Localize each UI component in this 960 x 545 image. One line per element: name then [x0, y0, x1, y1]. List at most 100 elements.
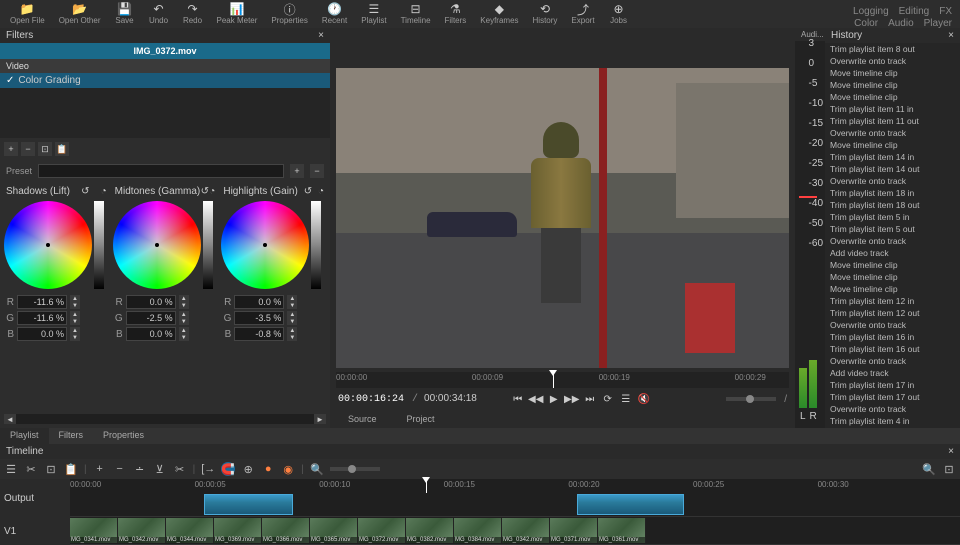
zoom-slider[interactable] — [726, 397, 776, 401]
tl-menu-button[interactable]: ☰ — [4, 462, 18, 476]
tab-project[interactable]: Project — [397, 412, 445, 426]
timecode-current[interactable]: 00:00:16:24 — [338, 394, 404, 405]
color-wheel-2[interactable] — [221, 201, 309, 289]
timeline-clip[interactable]: MG_0361.mov — [598, 518, 646, 543]
close-icon[interactable]: × — [318, 30, 324, 41]
mode-fx[interactable]: FX — [939, 6, 952, 17]
timeline-ruler[interactable]: 00:00:0000:00:0500:00:1000:00:1500:00:20… — [70, 479, 960, 493]
history-item[interactable]: Overwrite onto track — [825, 403, 960, 415]
history-item[interactable]: Trim playlist item 4 in — [825, 415, 960, 427]
keyframe-icon[interactable]: ◔ — [209, 186, 215, 197]
history-item[interactable]: Move timeline clip — [825, 79, 960, 91]
history-item[interactable]: Overwrite onto track — [825, 235, 960, 247]
step-back-button[interactable]: ◀◀ — [529, 392, 543, 406]
history-item[interactable]: Trim playlist item 18 in — [825, 187, 960, 199]
keyframe-icon[interactable]: ◔ — [318, 186, 324, 197]
loop-button[interactable]: ⟳ — [601, 392, 615, 406]
rgb-input-highlights-b[interactable] — [234, 327, 284, 341]
paste-filter-button[interactable]: 📋 — [55, 142, 69, 156]
spin-up-icon[interactable]: ▲ — [70, 295, 80, 302]
spin-down-icon[interactable]: ▼ — [179, 334, 189, 341]
filters-button[interactable]: ⚗Filters — [439, 2, 473, 26]
luminance-slider-1[interactable] — [203, 201, 213, 289]
mode-editing[interactable]: Editing — [899, 6, 930, 17]
history-item[interactable]: Move timeline clip — [825, 67, 960, 79]
scroll-right-icon[interactable]: ► — [314, 414, 326, 424]
undo-button[interactable]: ↶Undo — [143, 2, 175, 26]
history-item[interactable]: Move timeline clip — [825, 271, 960, 283]
recent-button[interactable]: 🕐Recent — [316, 2, 353, 26]
spin-up-icon[interactable]: ▲ — [179, 327, 189, 334]
track-output[interactable] — [70, 493, 960, 517]
history-item[interactable]: Overwrite onto track — [825, 319, 960, 331]
open-other-button[interactable]: 📂Open Other — [53, 2, 107, 26]
tl-copy-button[interactable]: ⊡ — [44, 462, 58, 476]
tab-properties[interactable]: Properties — [93, 428, 154, 444]
history-item[interactable]: Trim playlist item 4 out — [825, 427, 960, 428]
properties-button[interactable]: ⓘProperties — [265, 2, 313, 26]
track-head-output[interactable]: Output — [0, 479, 70, 517]
rgb-input-shadows-g[interactable] — [17, 311, 67, 325]
history-item[interactable]: Trim playlist item 18 out — [825, 199, 960, 211]
playhead[interactable] — [553, 372, 554, 388]
history-item[interactable]: Trim playlist item 12 out — [825, 307, 960, 319]
tl-zoom-fit-button[interactable]: 🔍 — [922, 462, 936, 476]
mode-logging[interactable]: Logging — [853, 6, 889, 17]
skip-end-button[interactable]: ⏭ — [583, 392, 597, 406]
history-item[interactable]: Add video track — [825, 247, 960, 259]
jobs-button[interactable]: ⊕Jobs — [603, 2, 635, 26]
history-item[interactable]: Trim playlist item 5 out — [825, 223, 960, 235]
mute-button[interactable]: 🔇 — [637, 392, 651, 406]
tl-remove-button[interactable]: − — [113, 462, 127, 476]
mode-color[interactable]: Color — [854, 18, 878, 29]
history-item[interactable]: Trim playlist item 5 in — [825, 211, 960, 223]
history-item[interactable]: Trim playlist item 14 out — [825, 163, 960, 175]
video-section-header[interactable]: Video — [0, 59, 330, 73]
clip-output-2[interactable] — [577, 494, 684, 515]
preset-select[interactable] — [38, 164, 284, 178]
tl-snap-button[interactable]: 🧲 — [221, 462, 235, 476]
history-item[interactable]: Trim playlist item 16 in — [825, 331, 960, 343]
save-button[interactable]: 💾Save — [109, 2, 141, 26]
color-wheel-1[interactable] — [113, 201, 201, 289]
timeline-clip[interactable]: MG_0371.mov — [550, 518, 598, 543]
keyframes-button[interactable]: ◆Keyframes — [474, 2, 524, 26]
timeline-clip[interactable]: MG_0365.mov — [310, 518, 358, 543]
tl-record-button[interactable]: ⊡ — [942, 462, 956, 476]
scroll-left-icon[interactable]: ◄ — [4, 414, 16, 424]
spin-down-icon[interactable]: ▼ — [179, 302, 189, 309]
export-button[interactable]: ⤴Export — [565, 2, 600, 26]
spin-down-icon[interactable]: ▼ — [70, 334, 80, 341]
timeline-button[interactable]: ⊟Timeline — [395, 2, 437, 26]
step-fwd-button[interactable]: ▶▶ — [565, 392, 579, 406]
tl-overwrite-button[interactable]: ⊻ — [153, 462, 167, 476]
history-item[interactable]: Move timeline clip — [825, 91, 960, 103]
tl-ripple-all-button[interactable]: ◉ — [281, 462, 295, 476]
history-item[interactable]: Trim playlist item 12 in — [825, 295, 960, 307]
timeline-clip[interactable]: MG_0382.mov — [406, 518, 454, 543]
panel-scrollbar[interactable]: ◄ ► — [4, 414, 326, 424]
timeline-clip[interactable]: MG_0372.mov — [358, 518, 406, 543]
tab-source[interactable]: Source — [338, 412, 387, 426]
history-item[interactable]: Overwrite onto track — [825, 175, 960, 187]
reset-icon[interactable]: ↺ — [81, 186, 89, 197]
timeline-clip[interactable]: MG_0344.mov — [166, 518, 214, 543]
history-item[interactable]: Trim playlist item 11 in — [825, 103, 960, 115]
tl-zoom-slider[interactable] — [330, 467, 380, 471]
rgb-input-midtones-b[interactable] — [126, 327, 176, 341]
spin-down-icon[interactable]: ▼ — [287, 302, 297, 309]
color-wheel-0[interactable] — [4, 201, 92, 289]
spin-up-icon[interactable]: ▲ — [287, 327, 297, 334]
reset-icon[interactable]: ↺ — [304, 186, 312, 197]
redo-button[interactable]: ↷Redo — [177, 2, 209, 26]
reset-icon[interactable]: ↺ — [201, 186, 209, 197]
remove-filter-button[interactable]: − — [21, 142, 35, 156]
spin-down-icon[interactable]: ▼ — [287, 318, 297, 325]
peak-meter-button[interactable]: 📊Peak Meter — [211, 2, 264, 26]
spin-down-icon[interactable]: ▼ — [179, 318, 189, 325]
timeline-clip[interactable]: MG_0342.mov — [118, 518, 166, 543]
history-item[interactable]: Overwrite onto track — [825, 355, 960, 367]
grid-button[interactable]: ☰ — [619, 392, 633, 406]
track-v1[interactable]: MG_0341.movMG_0342.movMG_0344.movMG_0369… — [70, 517, 960, 545]
tl-scrub-button[interactable]: ⊕ — [241, 462, 255, 476]
